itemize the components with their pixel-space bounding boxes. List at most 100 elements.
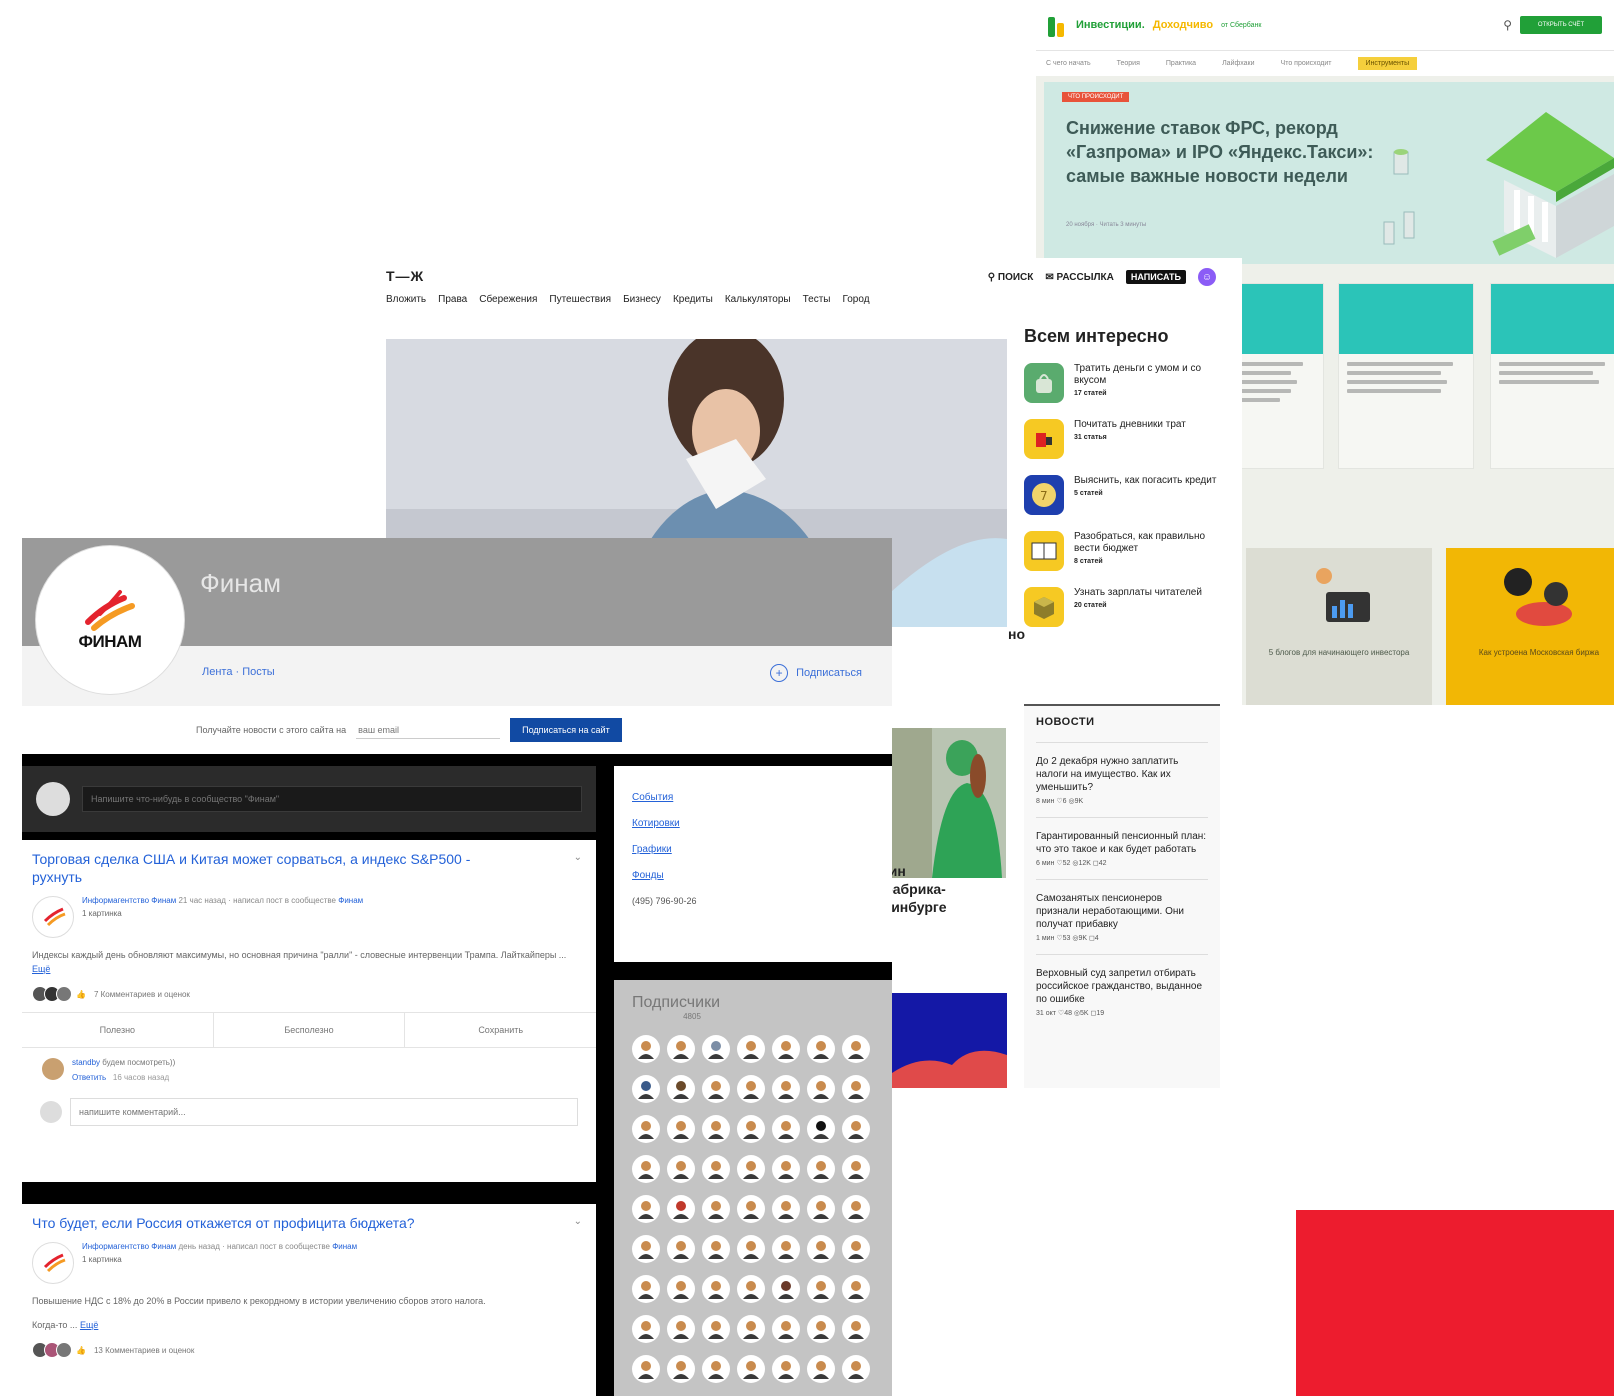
subscriber-avatar[interactable] bbox=[842, 1075, 870, 1103]
subscriber-avatar[interactable] bbox=[737, 1315, 765, 1343]
subscriber-avatar[interactable] bbox=[667, 1075, 695, 1103]
subscriber-avatar[interactable] bbox=[667, 1315, 695, 1343]
subscriber-avatar[interactable] bbox=[702, 1195, 730, 1223]
subscriber-avatar[interactable] bbox=[702, 1275, 730, 1303]
topic-item[interactable]: 7 Выяснить, как погасить кредит 5 статей bbox=[1024, 475, 1224, 515]
news-item[interactable]: Гарантированный пенсионный план: что это… bbox=[1036, 817, 1208, 879]
post-title[interactable]: Торговая сделка США и Китая может сорват… bbox=[22, 840, 522, 886]
subscriber-avatar[interactable] bbox=[702, 1315, 730, 1343]
author-name[interactable]: Информагентство Финам bbox=[82, 1242, 176, 1251]
investments-nav-item-active[interactable]: Инструменты bbox=[1357, 57, 1418, 70]
subscribe-link[interactable]: + Подписаться bbox=[770, 664, 862, 682]
investments-nav-item[interactable]: С чего начать bbox=[1046, 60, 1091, 67]
subscriber-avatar[interactable] bbox=[842, 1035, 870, 1063]
newsletter-link[interactable]: ✉ РАССЫЛКА bbox=[1045, 272, 1114, 283]
tj-nav-item[interactable]: Бизнесу bbox=[623, 294, 661, 305]
tj-nav-item[interactable]: Город bbox=[842, 294, 869, 305]
news-item[interactable]: Самозанятых пенсионеров признали неработ… bbox=[1036, 879, 1208, 954]
topic-item[interactable]: Узнать зарплаты читателей 20 статей bbox=[1024, 587, 1224, 627]
subscriber-avatar[interactable] bbox=[667, 1195, 695, 1223]
topic-item[interactable]: Почитать дневники трат 31 статья bbox=[1024, 419, 1224, 459]
subscriber-avatar[interactable] bbox=[807, 1075, 835, 1103]
investments-nav-item[interactable]: Лайфхаки bbox=[1222, 60, 1254, 67]
comment-input[interactable] bbox=[70, 1098, 578, 1126]
chevron-down-icon[interactable]: ⌄ bbox=[574, 1216, 582, 1227]
info-link-charts[interactable]: Графики bbox=[632, 844, 874, 855]
post-reactions[interactable]: 👍 7 Комментариев и оценок bbox=[22, 976, 596, 1012]
subscriber-avatar[interactable] bbox=[807, 1355, 835, 1383]
subscriber-avatar[interactable] bbox=[667, 1355, 695, 1383]
investments-nav-item[interactable]: Что происходит bbox=[1281, 60, 1332, 67]
subscriber-avatar[interactable] bbox=[667, 1235, 695, 1263]
subscriber-avatar[interactable] bbox=[842, 1195, 870, 1223]
tj-nav-item[interactable]: Путешествия bbox=[549, 294, 611, 305]
subscriber-avatar[interactable] bbox=[737, 1275, 765, 1303]
author-name[interactable]: Информагентство Финам bbox=[82, 896, 176, 905]
subscriber-avatar[interactable] bbox=[772, 1155, 800, 1183]
email-input[interactable] bbox=[356, 721, 501, 739]
subscriber-avatar[interactable] bbox=[632, 1075, 660, 1103]
tj-nav-item[interactable]: Права bbox=[438, 294, 467, 305]
subscriber-avatar[interactable] bbox=[737, 1355, 765, 1383]
useful-button[interactable]: Полезно bbox=[22, 1013, 214, 1047]
subscriber-avatar[interactable] bbox=[702, 1075, 730, 1103]
subscriber-avatar[interactable] bbox=[632, 1275, 660, 1303]
subscriber-avatar[interactable] bbox=[772, 1315, 800, 1343]
author-avatar[interactable] bbox=[32, 896, 74, 938]
subscriber-avatar[interactable] bbox=[632, 1195, 660, 1223]
search-link[interactable]: ⚲ ПОИСК bbox=[988, 272, 1034, 283]
article-card[interactable] bbox=[1338, 283, 1474, 469]
subscriber-avatar[interactable] bbox=[667, 1155, 695, 1183]
useless-button[interactable]: Бесполезно bbox=[214, 1013, 406, 1047]
chevron-down-icon[interactable]: ⌄ bbox=[574, 852, 582, 863]
save-button[interactable]: Сохранить bbox=[405, 1013, 596, 1047]
community-link[interactable]: Финам bbox=[332, 1242, 357, 1251]
subscriber-avatar[interactable] bbox=[772, 1075, 800, 1103]
subscriber-avatar[interactable] bbox=[702, 1235, 730, 1263]
subscriber-avatar[interactable] bbox=[702, 1115, 730, 1143]
commenter-avatar[interactable] bbox=[42, 1058, 64, 1080]
search-icon[interactable]: ⚲ bbox=[1503, 18, 1512, 32]
subscriber-avatar[interactable] bbox=[667, 1115, 695, 1143]
info-link-funds[interactable]: Фонды bbox=[632, 870, 874, 881]
subscriber-avatar[interactable] bbox=[702, 1155, 730, 1183]
investments-hero[interactable]: ЧТО ПРОИСХОДИТ Снижение ставок ФРС, реко… bbox=[1044, 82, 1614, 264]
blog-card[interactable]: 5 блогов для начинающего инвестора bbox=[1246, 548, 1432, 705]
commenter-name[interactable]: standby bbox=[72, 1058, 100, 1067]
subscriber-avatar[interactable] bbox=[737, 1235, 765, 1263]
subscriber-avatar[interactable] bbox=[842, 1235, 870, 1263]
reply-link[interactable]: Ответить bbox=[72, 1073, 106, 1082]
investments-logo-icon[interactable] bbox=[1048, 13, 1068, 37]
post-title[interactable]: Что будет, если Россия откажется от проф… bbox=[22, 1204, 522, 1232]
subscriber-avatar[interactable] bbox=[807, 1195, 835, 1223]
subscriber-avatar[interactable] bbox=[702, 1035, 730, 1063]
news-item[interactable]: Верховный суд запретил отбирать российск… bbox=[1036, 954, 1208, 1029]
subscriber-avatar[interactable] bbox=[632, 1235, 660, 1263]
exchange-card[interactable]: Как устроена Московская биржа bbox=[1446, 548, 1614, 705]
promo-block[interactable] bbox=[892, 993, 1007, 1088]
subscriber-avatar[interactable] bbox=[632, 1355, 660, 1383]
subscriber-avatar[interactable] bbox=[737, 1035, 765, 1063]
subscriber-avatar[interactable] bbox=[842, 1275, 870, 1303]
subscriber-avatar[interactable] bbox=[807, 1235, 835, 1263]
read-more-link[interactable]: Ещё bbox=[80, 1320, 98, 1330]
subscribe-site-button[interactable]: Подписаться на сайт bbox=[510, 718, 622, 742]
subscriber-avatar[interactable] bbox=[772, 1035, 800, 1063]
article-card[interactable] bbox=[1490, 283, 1614, 469]
subscriber-avatar[interactable] bbox=[737, 1075, 765, 1103]
topic-item[interactable]: Разобраться, как правильно вести бюджет 8… bbox=[1024, 531, 1224, 571]
subscriber-avatar[interactable] bbox=[632, 1155, 660, 1183]
hero-title[interactable]: Снижение ставок ФРС, рекорд «Газпрома» и… bbox=[1066, 116, 1386, 188]
user-avatar-icon[interactable]: ☺ bbox=[1198, 268, 1216, 286]
tj-logo[interactable]: Т—Ж bbox=[386, 268, 424, 284]
subscriber-avatar[interactable] bbox=[807, 1315, 835, 1343]
investments-nav-item[interactable]: Теория bbox=[1117, 60, 1140, 67]
subscriber-avatar[interactable] bbox=[772, 1115, 800, 1143]
subscriber-avatar[interactable] bbox=[772, 1235, 800, 1263]
subscriber-avatar[interactable] bbox=[842, 1115, 870, 1143]
finam-logo[interactable]: ФИНАМ bbox=[36, 546, 184, 694]
subscriber-avatar[interactable] bbox=[667, 1275, 695, 1303]
tj-nav-item[interactable]: Тесты bbox=[803, 294, 831, 305]
open-account-button[interactable]: ОТКРЫТЬ СЧЁТ bbox=[1520, 16, 1602, 34]
subscriber-avatar[interactable] bbox=[772, 1275, 800, 1303]
